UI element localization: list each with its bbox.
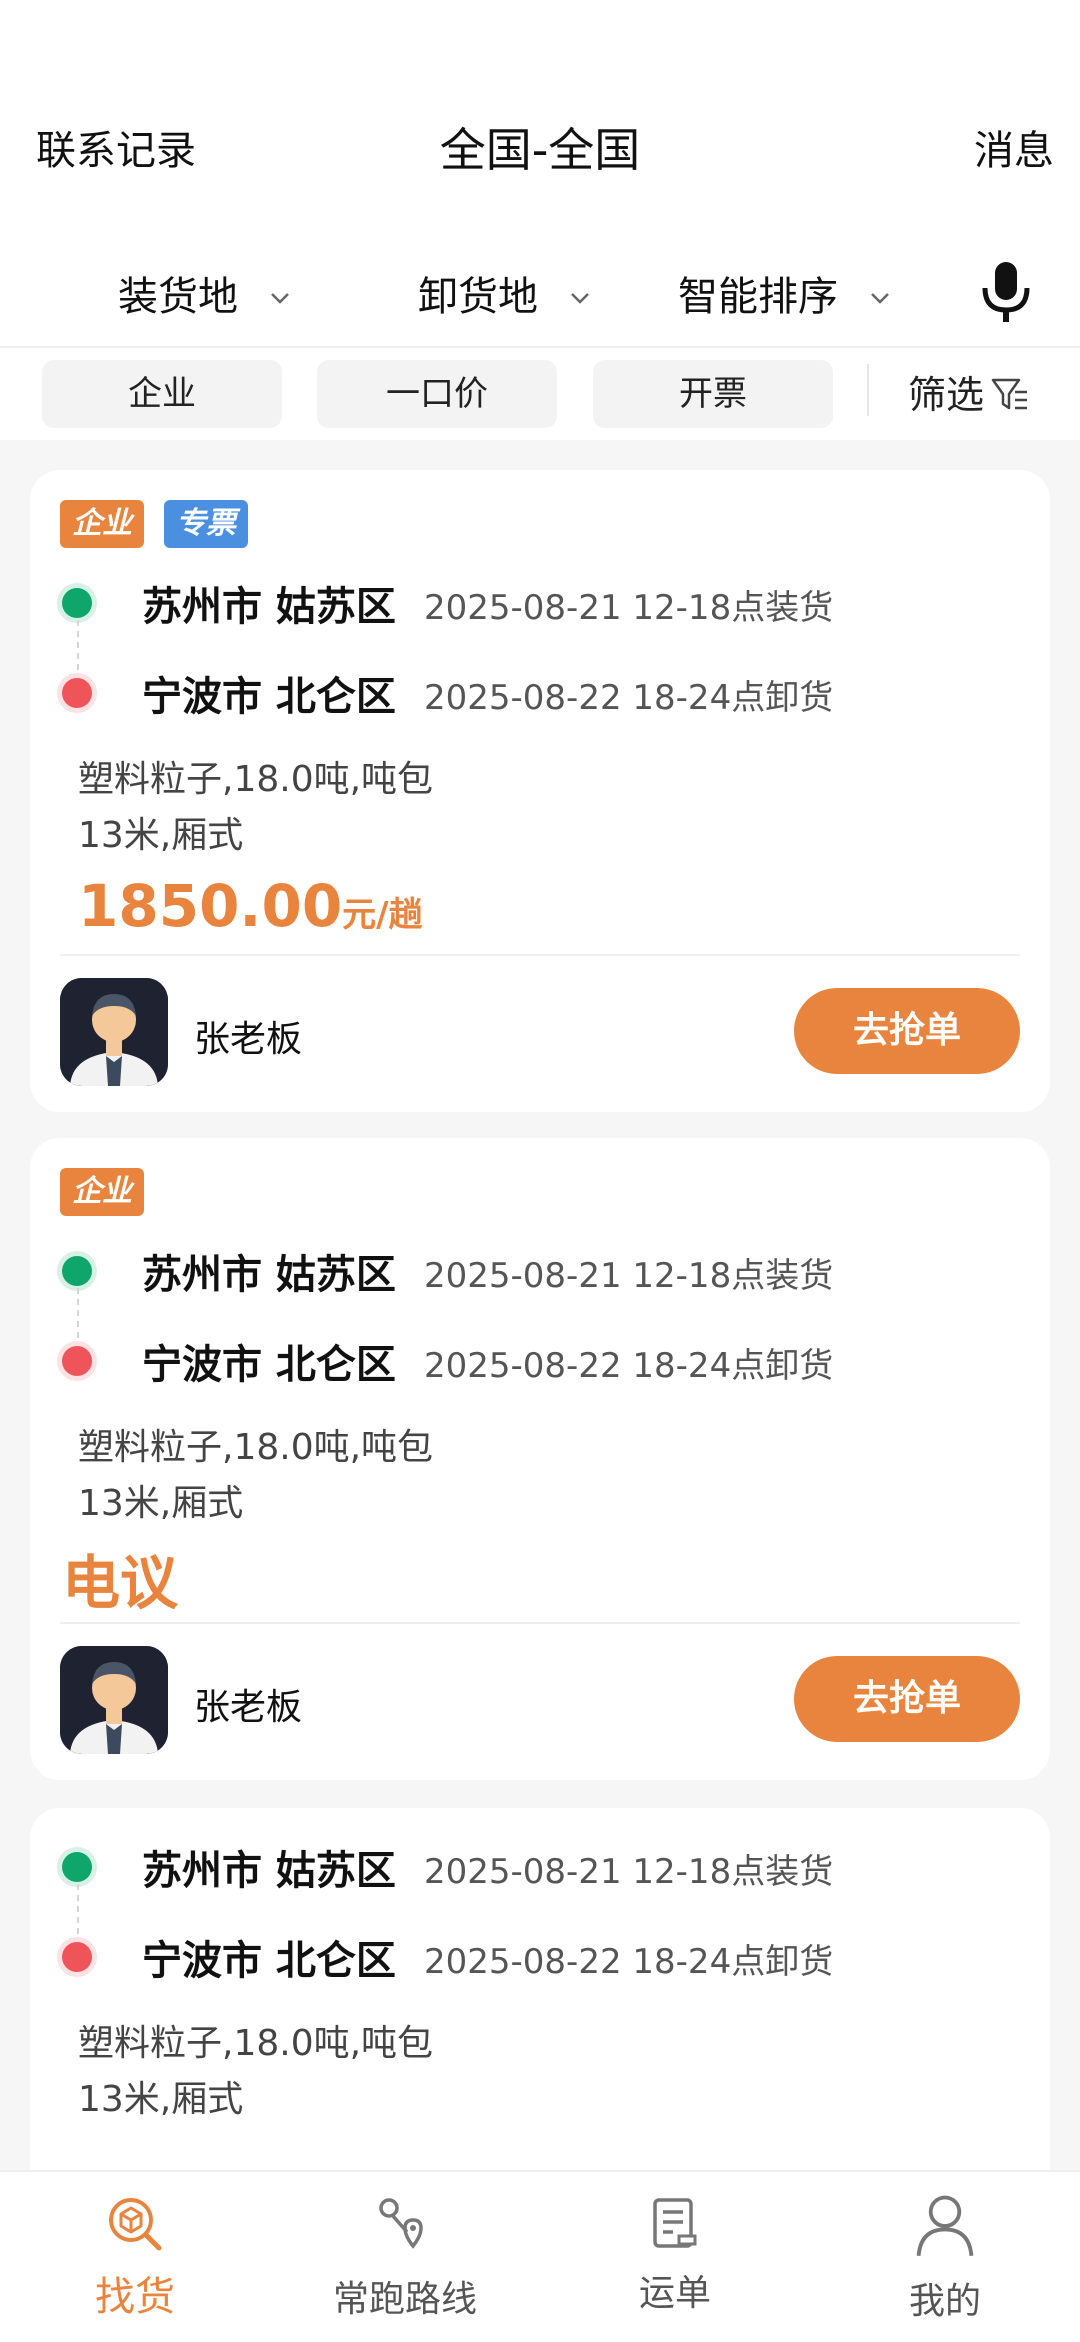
tab-frequent-routes[interactable]: 常跑路线 bbox=[270, 2172, 540, 2342]
destination-row: 宁波市 北仑区 2025-08-22 18-24点卸货 bbox=[62, 1928, 1042, 1988]
contact-name: 张老板 bbox=[194, 1019, 303, 1060]
filter-label: 筛选 bbox=[908, 373, 985, 417]
divider bbox=[867, 364, 869, 416]
special-invoice-tag: 专票 bbox=[164, 500, 248, 548]
origin-row: 苏州市 姑苏区 2025-08-21 12-18点装货 bbox=[62, 574, 1042, 634]
filter-button[interactable]: 筛选 bbox=[908, 364, 1030, 419]
tab-label: 找货 bbox=[95, 2274, 175, 2320]
price-value: 1850.00 bbox=[78, 872, 343, 940]
avatar[interactable] bbox=[60, 978, 168, 1086]
unloading-time: 2025-08-22 18-24点卸货 bbox=[424, 678, 834, 718]
chevron-down-icon bbox=[570, 268, 590, 314]
messages-link[interactable]: 消息 bbox=[974, 118, 1054, 176]
grab-order-button[interactable]: 去抢单 bbox=[794, 988, 1020, 1074]
unloading-place-dropdown[interactable]: 卸货地 bbox=[418, 264, 590, 322]
chip-enterprise[interactable]: 企业 bbox=[42, 360, 282, 428]
destination-dot-icon bbox=[62, 678, 92, 708]
destination-city: 宁波市 北仑区 bbox=[142, 1938, 396, 1984]
tab-label: 常跑路线 bbox=[332, 2279, 477, 2320]
top-bar: 联系记录 全国-全国 消息 bbox=[0, 110, 1080, 180]
sort-dropdown[interactable]: 智能排序 bbox=[678, 264, 890, 322]
dropdown-label: 装货地 bbox=[118, 274, 238, 320]
route-connector bbox=[77, 1288, 79, 1338]
person-icon bbox=[916, 2195, 974, 2257]
header: 联系记录 全国-全国 消息 装货地 卸货地 智能排序 企业 一口价 开票 筛选 bbox=[0, 0, 1080, 440]
dropdown-label: 智能排序 bbox=[678, 274, 838, 320]
tab-label: 我的 bbox=[908, 2281, 981, 2322]
microphone-icon[interactable] bbox=[976, 260, 1036, 326]
card-tags: 企业 专票 bbox=[60, 500, 268, 548]
origin-city: 苏州市 姑苏区 bbox=[142, 584, 396, 630]
unloading-time: 2025-08-22 18-24点卸货 bbox=[424, 1942, 834, 1982]
dropdown-row: 装货地 卸货地 智能排序 bbox=[0, 258, 1080, 328]
cargo-vehicle: 13米,厢式 bbox=[78, 2079, 244, 2120]
tab-mine[interactable]: 我的 bbox=[810, 2172, 1080, 2342]
origin-row: 苏州市 姑苏区 2025-08-21 12-18点装货 bbox=[62, 1838, 1042, 1898]
destination-dot-icon bbox=[62, 1346, 92, 1376]
origin-dot-icon bbox=[62, 1256, 92, 1286]
origin-city: 苏州市 姑苏区 bbox=[142, 1848, 396, 1894]
filter-chips: 企业 一口价 开票 筛选 bbox=[0, 360, 1080, 428]
contact-name: 张老板 bbox=[194, 1687, 303, 1728]
waybill-icon bbox=[653, 2198, 697, 2248]
origin-city: 苏州市 姑苏区 bbox=[142, 1252, 396, 1298]
filter-icon bbox=[991, 378, 1028, 410]
origin-dot-icon bbox=[62, 1852, 92, 1882]
destination-row: 宁波市 北仑区 2025-08-22 18-24点卸货 bbox=[62, 1332, 1042, 1392]
avatar[interactable] bbox=[60, 1646, 168, 1754]
grab-order-button[interactable]: 去抢单 bbox=[794, 1656, 1020, 1742]
price-unit: 元/趟 bbox=[342, 895, 423, 935]
route-icon bbox=[379, 2198, 423, 2249]
chevron-down-icon bbox=[270, 268, 290, 314]
cargo-vehicle: 13米,厢式 bbox=[78, 815, 244, 856]
loading-time: 2025-08-21 12-18点装货 bbox=[424, 1256, 834, 1296]
route-connector bbox=[77, 1884, 79, 1934]
destination-row: 宁波市 北仑区 2025-08-22 18-24点卸货 bbox=[62, 664, 1042, 724]
cargo-card[interactable]: 苏州市 姑苏区 2025-08-21 12-18点装货 宁波市 北仑区 2025… bbox=[30, 1808, 1050, 2228]
origin-dot-icon bbox=[62, 588, 92, 618]
unloading-time: 2025-08-22 18-24点卸货 bbox=[424, 1346, 834, 1386]
loading-time: 2025-08-21 12-18点装货 bbox=[424, 1852, 834, 1892]
enterprise-tag: 企业 bbox=[60, 1168, 144, 1216]
loading-time: 2025-08-21 12-18点装货 bbox=[424, 588, 834, 628]
cargo-info: 塑料粒子,18.0吨,吨包 13米,厢式 bbox=[78, 1420, 433, 1532]
tab-find-cargo[interactable]: 找货 bbox=[0, 2172, 270, 2342]
box-search-icon bbox=[109, 2198, 162, 2251]
loading-place-dropdown[interactable]: 装货地 bbox=[118, 264, 290, 322]
cargo-goods: 塑料粒子,18.0吨,吨包 bbox=[78, 2023, 434, 2064]
cargo-info: 塑料粒子,18.0吨,吨包 13米,厢式 bbox=[78, 752, 433, 864]
tab-waybill[interactable]: 运单 bbox=[540, 2172, 810, 2342]
bottom-tab-bar: 找货 常跑路线 运单 我的 bbox=[0, 2170, 1080, 2342]
chevron-down-icon bbox=[870, 268, 890, 314]
destination-city: 宁波市 北仑区 bbox=[142, 674, 396, 720]
origin-row: 苏州市 姑苏区 2025-08-21 12-18点装货 bbox=[62, 1242, 1042, 1302]
chip-invoice[interactable]: 开票 bbox=[593, 360, 833, 428]
route-connector bbox=[77, 620, 79, 670]
dropdown-label: 卸货地 bbox=[418, 274, 538, 320]
cargo-card[interactable]: 企业 苏州市 姑苏区 2025-08-21 12-18点装货 宁波市 北仑区 2… bbox=[30, 1138, 1050, 1780]
cargo-goods: 塑料粒子,18.0吨,吨包 bbox=[78, 1427, 434, 1468]
cargo-info: 塑料粒子,18.0吨,吨包 13米,厢式 bbox=[78, 2016, 433, 2128]
region-title[interactable]: 全国-全国 bbox=[0, 114, 1080, 180]
cargo-card[interactable]: 企业 专票 苏州市 姑苏区 2025-08-21 12-18点装货 宁波市 北仑区… bbox=[30, 470, 1050, 1112]
enterprise-tag: 企业 bbox=[60, 500, 144, 548]
divider bbox=[60, 1622, 1020, 1624]
divider bbox=[0, 346, 1080, 348]
chip-fixed-price[interactable]: 一口价 bbox=[317, 360, 557, 428]
divider bbox=[60, 954, 1020, 956]
price: 1850.00元/趟 bbox=[78, 872, 423, 940]
price-negotiable: 电议 bbox=[62, 1549, 179, 1617]
destination-city: 宁波市 北仑区 bbox=[142, 1342, 396, 1388]
cargo-goods: 塑料粒子,18.0吨,吨包 bbox=[78, 759, 434, 800]
tab-label: 运单 bbox=[638, 2273, 711, 2314]
card-tags: 企业 bbox=[60, 1168, 164, 1216]
destination-dot-icon bbox=[62, 1942, 92, 1972]
cargo-vehicle: 13米,厢式 bbox=[78, 1483, 244, 1524]
